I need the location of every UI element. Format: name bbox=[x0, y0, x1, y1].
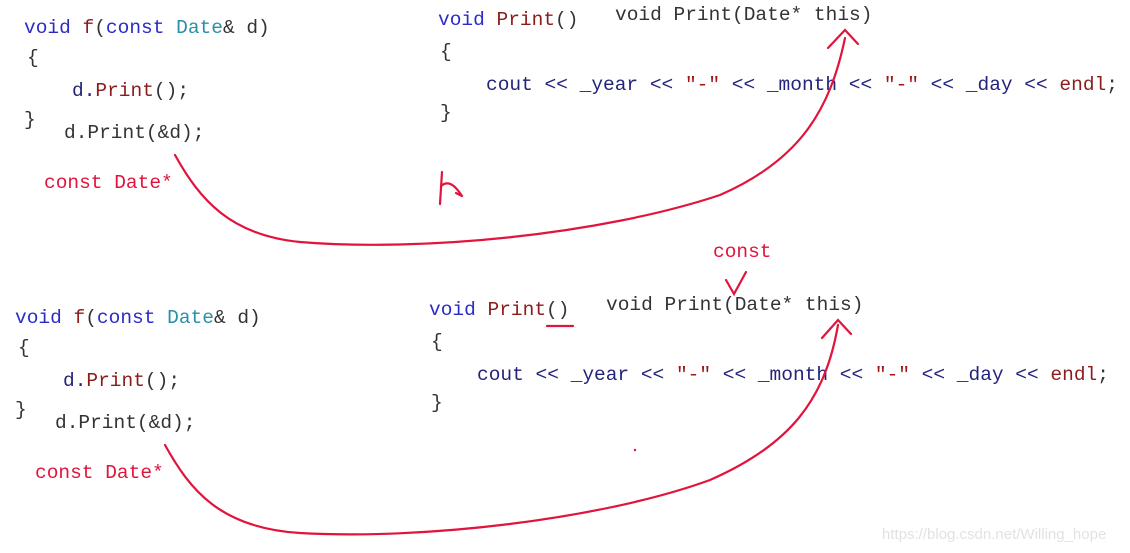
annotation-strokes bbox=[163, 28, 860, 536]
cross-mark-icon bbox=[438, 170, 464, 206]
check-mark-icon bbox=[724, 270, 748, 297]
watermark: https://blog.csdn.net/Willing_hope bbox=[882, 526, 1107, 543]
bottom-arrow-curve bbox=[163, 323, 840, 536]
diagram-canvas: void f(const Date& d){d.Print();} d.Print… bbox=[0, 0, 1130, 553]
stray-dot bbox=[633, 448, 637, 452]
top-arrow-curve bbox=[173, 36, 847, 246]
